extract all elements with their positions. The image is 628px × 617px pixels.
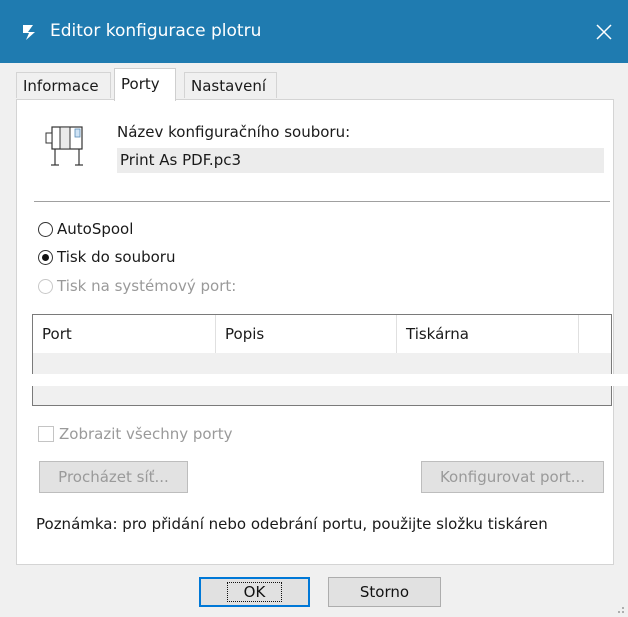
porty-panel: Název konfiguračního souboru: Print As P… [16,99,628,565]
title-bar: Editor konfigurace plotru [0,0,628,63]
port-table-header: Port Popis Tiskárna [33,315,611,353]
plotter-icon [44,125,88,169]
radio-button-disabled [38,278,53,294]
close-icon [596,24,612,40]
ok-button-label: OK [226,582,283,602]
column-header-tiskarna[interactable]: Tiskárna [397,315,579,353]
radio-system-port: Tisk na systémový port: [38,276,236,296]
tab-nastaveni[interactable]: Nastavení [184,72,277,98]
browse-network-button: Procházet síť... [39,461,188,493]
radio-button-selected[interactable] [38,249,53,265]
port-table: Port Popis Tiskárna [17,314,628,406]
bricscad-logo-icon [20,22,40,42]
column-header-port[interactable]: Port [33,315,216,353]
configure-port-button: Konfigurovat port... [421,461,604,493]
config-file-value: Print As PDF.pc3 [117,148,604,173]
column-header-popis[interactable]: Popis [216,315,397,353]
checkbox-label: Zobrazit všechny porty [59,425,233,443]
radio-label: AutoSpool [57,220,134,238]
close-button[interactable] [580,12,628,52]
radio-button[interactable] [38,221,53,237]
tab-informace[interactable]: Informace [16,72,111,98]
config-file-label: Název konfiguračního souboru: [117,123,351,141]
radio-label: Tisk na systémový port: [57,277,237,295]
radio-label: Tisk do souboru [57,248,176,266]
window-title: Editor konfigurace plotru [50,21,262,41]
checkbox-box [38,426,54,442]
tab-porty[interactable]: Porty [114,68,176,101]
show-all-ports-checkbox: Zobrazit všechny porty [38,425,232,443]
divider [34,201,610,202]
cancel-button[interactable]: Storno [328,577,441,607]
plot-config-editor-dialog: Editor konfigurace plotru Informace Port… [0,0,628,617]
note-text: Poznámka: pro přidání nebo odebrání port… [36,515,548,533]
ok-button[interactable]: OK [199,577,310,607]
radio-print-to-file[interactable]: Tisk do souboru [38,247,175,267]
radio-autospool[interactable]: AutoSpool [38,219,133,239]
screenshot-gap [17,374,628,386]
resize-grip-icon[interactable] [613,602,625,614]
